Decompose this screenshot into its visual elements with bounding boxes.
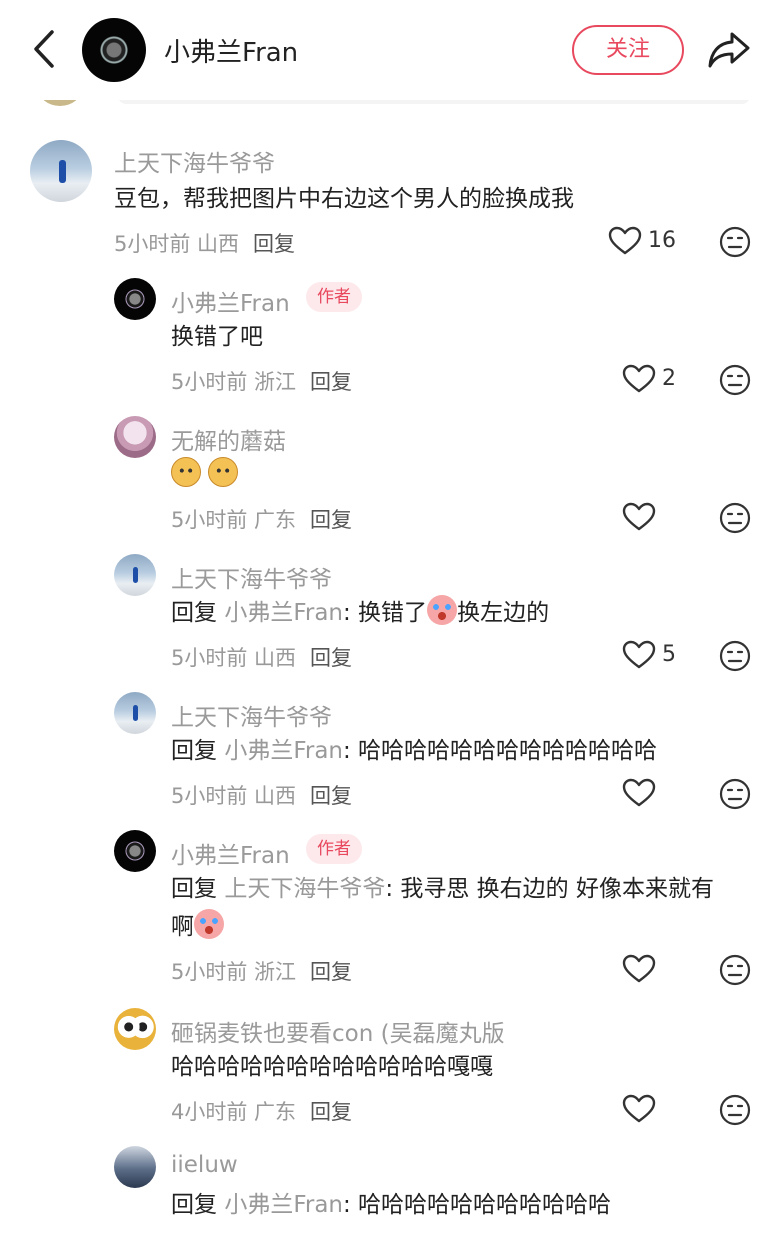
like-button[interactable] bbox=[622, 954, 662, 988]
comment-text: 回复 上天下海牛爷爷: 我寻思 换右边的 好像本来就有 bbox=[171, 876, 714, 902]
follow-button[interactable]: 关注 bbox=[572, 25, 684, 75]
reply-target-username[interactable]: 小弗兰Fran bbox=[224, 600, 343, 626]
reply-item: iieluw 回复 小弗兰Fran: 哈哈哈哈哈哈哈哈哈哈哈 bbox=[0, 1146, 780, 1240]
author-badge: 作者 bbox=[306, 834, 362, 864]
reply-item: 无解的蘑菇 5小时前 广东 回复 bbox=[0, 416, 780, 546]
heart-icon bbox=[622, 502, 656, 531]
user-avatar[interactable] bbox=[114, 278, 156, 320]
like-count: 16 bbox=[648, 228, 676, 253]
reply-item: 小弗兰Fran 作者 换错了吧 5小时前 浙江 回复 2 bbox=[0, 278, 780, 408]
dislike-face-icon[interactable] bbox=[719, 1094, 751, 1126]
crying-face-emoji bbox=[427, 595, 458, 625]
comment-text: 回复 小弗兰Fran: 换错了 换左边的 bbox=[171, 594, 549, 632]
reply-button[interactable]: 回复 bbox=[310, 1100, 352, 1124]
like-button[interactable]: 2 bbox=[622, 364, 682, 398]
user-avatar[interactable] bbox=[114, 692, 156, 734]
like-button[interactable]: 16 bbox=[608, 226, 678, 260]
comment-time-location: 5小时前 山西 bbox=[171, 646, 297, 670]
user-avatar[interactable] bbox=[114, 830, 156, 872]
heart-icon bbox=[622, 1094, 656, 1123]
comment-text: 回复 小弗兰Fran: 哈哈哈哈哈哈哈哈哈哈哈哈哈 bbox=[171, 738, 658, 764]
user-avatar[interactable] bbox=[114, 1008, 156, 1050]
comment-text-line2: 啊 bbox=[171, 908, 224, 946]
comment-text: 哈哈哈哈哈哈哈哈哈哈哈哈嘎嘎 bbox=[171, 1054, 493, 1080]
reply-target-username[interactable]: 上天下海牛爷爷 bbox=[224, 876, 385, 902]
reply-button[interactable]: 回复 bbox=[310, 784, 352, 808]
comment-time-location: 5小时前 广东 bbox=[171, 508, 297, 532]
dog-face-emoji bbox=[171, 457, 201, 487]
comment-username[interactable]: 小弗兰Fran bbox=[171, 836, 290, 870]
comment-meta: 5小时前 浙江 回复 bbox=[171, 956, 352, 986]
reply-item: 上天下海牛爷爷 回复 小弗兰Fran: 哈哈哈哈哈哈哈哈哈哈哈哈哈 5小时前 山… bbox=[0, 692, 780, 822]
comment-time-location: 5小时前 浙江 bbox=[171, 370, 297, 394]
dislike-face-icon[interactable] bbox=[719, 364, 751, 396]
user-avatar[interactable] bbox=[114, 554, 156, 596]
like-button[interactable]: 5 bbox=[622, 640, 682, 674]
reply-item: 小弗兰Fran 作者 回复 上天下海牛爷爷: 我寻思 换右边的 好像本来就有 啊… bbox=[0, 830, 780, 1000]
user-avatar[interactable] bbox=[114, 1146, 156, 1188]
comment-time-location: 5小时前 山西 bbox=[171, 784, 297, 808]
heart-icon bbox=[622, 778, 656, 807]
user-avatar[interactable] bbox=[30, 140, 92, 202]
user-avatar[interactable] bbox=[114, 416, 156, 458]
like-button[interactable] bbox=[622, 778, 662, 812]
dislike-face-icon[interactable] bbox=[719, 502, 751, 534]
comment-meta: 4小时前 广东 回复 bbox=[171, 1096, 352, 1126]
like-button[interactable] bbox=[622, 502, 662, 536]
comment-username[interactable]: 砸锅麦铁也要看con (吴磊魔丸版 bbox=[171, 1014, 505, 1048]
comment-text: 换错了吧 bbox=[171, 324, 263, 350]
reply-button[interactable]: 回复 bbox=[310, 508, 352, 532]
comment-time-location: 4小时前 广东 bbox=[171, 1100, 297, 1124]
comment-username[interactable]: 无解的蘑菇 bbox=[171, 422, 286, 456]
author-name[interactable]: 小弗兰Fran bbox=[164, 32, 298, 69]
dislike-face-icon[interactable] bbox=[719, 778, 751, 810]
comment-meta: 5小时前 山西 回复 bbox=[171, 642, 352, 672]
comment-meta: 5小时前 山西 回复 bbox=[114, 228, 295, 258]
back-chevron-icon[interactable] bbox=[28, 26, 62, 72]
dislike-face-icon[interactable] bbox=[719, 954, 751, 986]
dog-face-emoji bbox=[208, 457, 239, 487]
comment-meta: 5小时前 山西 回复 bbox=[171, 780, 352, 810]
comment-text: 豆包，帮我把图片中右边这个男人的脸换成我 bbox=[114, 186, 574, 212]
comment-username[interactable]: iieluw bbox=[171, 1152, 238, 1178]
comment-item: 上天下海牛爷爷 豆包，帮我把图片中右边这个男人的脸换成我 5小时前 山西 回复 1… bbox=[0, 138, 780, 268]
heart-icon bbox=[622, 364, 656, 393]
comment-username[interactable]: 小弗兰Fran bbox=[171, 284, 290, 318]
heart-icon bbox=[622, 954, 656, 983]
dislike-face-icon[interactable] bbox=[719, 640, 751, 672]
like-button[interactable] bbox=[622, 1094, 662, 1128]
comment-text: 回复 小弗兰Fran: 哈哈哈哈哈哈哈哈哈哈哈 bbox=[171, 1192, 612, 1218]
author-badge: 作者 bbox=[306, 282, 362, 312]
comment-username[interactable]: 上天下海牛爷爷 bbox=[171, 698, 332, 732]
heart-icon bbox=[608, 226, 642, 255]
comment-text bbox=[171, 456, 239, 494]
crying-face-emoji bbox=[194, 909, 224, 939]
reply-button[interactable]: 回复 bbox=[310, 646, 352, 670]
like-count: 2 bbox=[662, 366, 676, 391]
comment-username[interactable]: 上天下海牛爷爷 bbox=[114, 144, 275, 178]
reply-target-username[interactable]: 小弗兰Fran bbox=[224, 738, 343, 764]
comment-meta: 5小时前 浙江 回复 bbox=[171, 366, 352, 396]
reply-button[interactable]: 回复 bbox=[253, 232, 295, 256]
comment-time-location: 5小时前 浙江 bbox=[171, 960, 297, 984]
like-count: 5 bbox=[662, 642, 676, 667]
comment-meta: 5小时前 广东 回复 bbox=[171, 504, 352, 534]
comment-username[interactable]: 上天下海牛爷爷 bbox=[171, 560, 332, 594]
reply-item: 上天下海牛爷爷 回复 小弗兰Fran: 换错了 换左边的 5小时前 山西 回复 5 bbox=[0, 554, 780, 684]
share-icon[interactable] bbox=[706, 28, 752, 72]
top-bar: 小弗兰Fran 关注 bbox=[0, 0, 780, 100]
heart-icon bbox=[622, 640, 656, 669]
author-avatar[interactable] bbox=[82, 18, 146, 82]
comment-time-location: 5小时前 山西 bbox=[114, 232, 240, 256]
reply-target-username[interactable]: 小弗兰Fran bbox=[224, 1192, 343, 1218]
reply-button[interactable]: 回复 bbox=[310, 370, 352, 394]
dislike-face-icon[interactable] bbox=[719, 226, 751, 258]
reply-item: 砸锅麦铁也要看con (吴磊魔丸版 哈哈哈哈哈哈哈哈哈哈哈哈嘎嘎 4小时前 广东… bbox=[0, 1008, 780, 1138]
reply-button[interactable]: 回复 bbox=[310, 960, 352, 984]
